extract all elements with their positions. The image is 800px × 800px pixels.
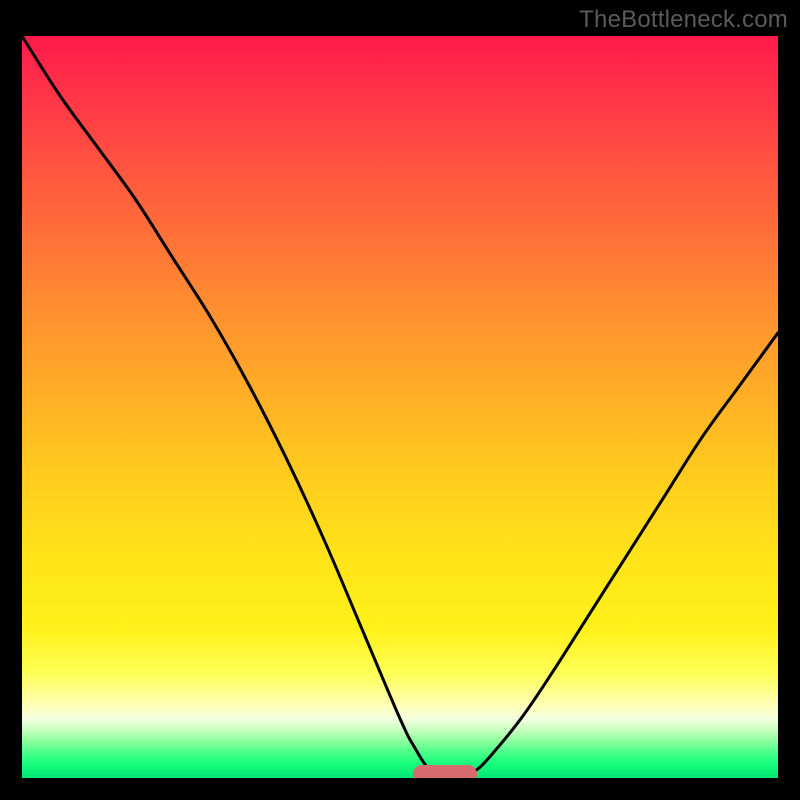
bottleneck-curve: [22, 36, 778, 778]
watermark-label: TheBottleneck.com: [579, 6, 788, 34]
plot-area: [22, 36, 778, 778]
chart-frame: TheBottleneck.com: [0, 0, 800, 800]
optimal-point-marker: [413, 765, 477, 778]
